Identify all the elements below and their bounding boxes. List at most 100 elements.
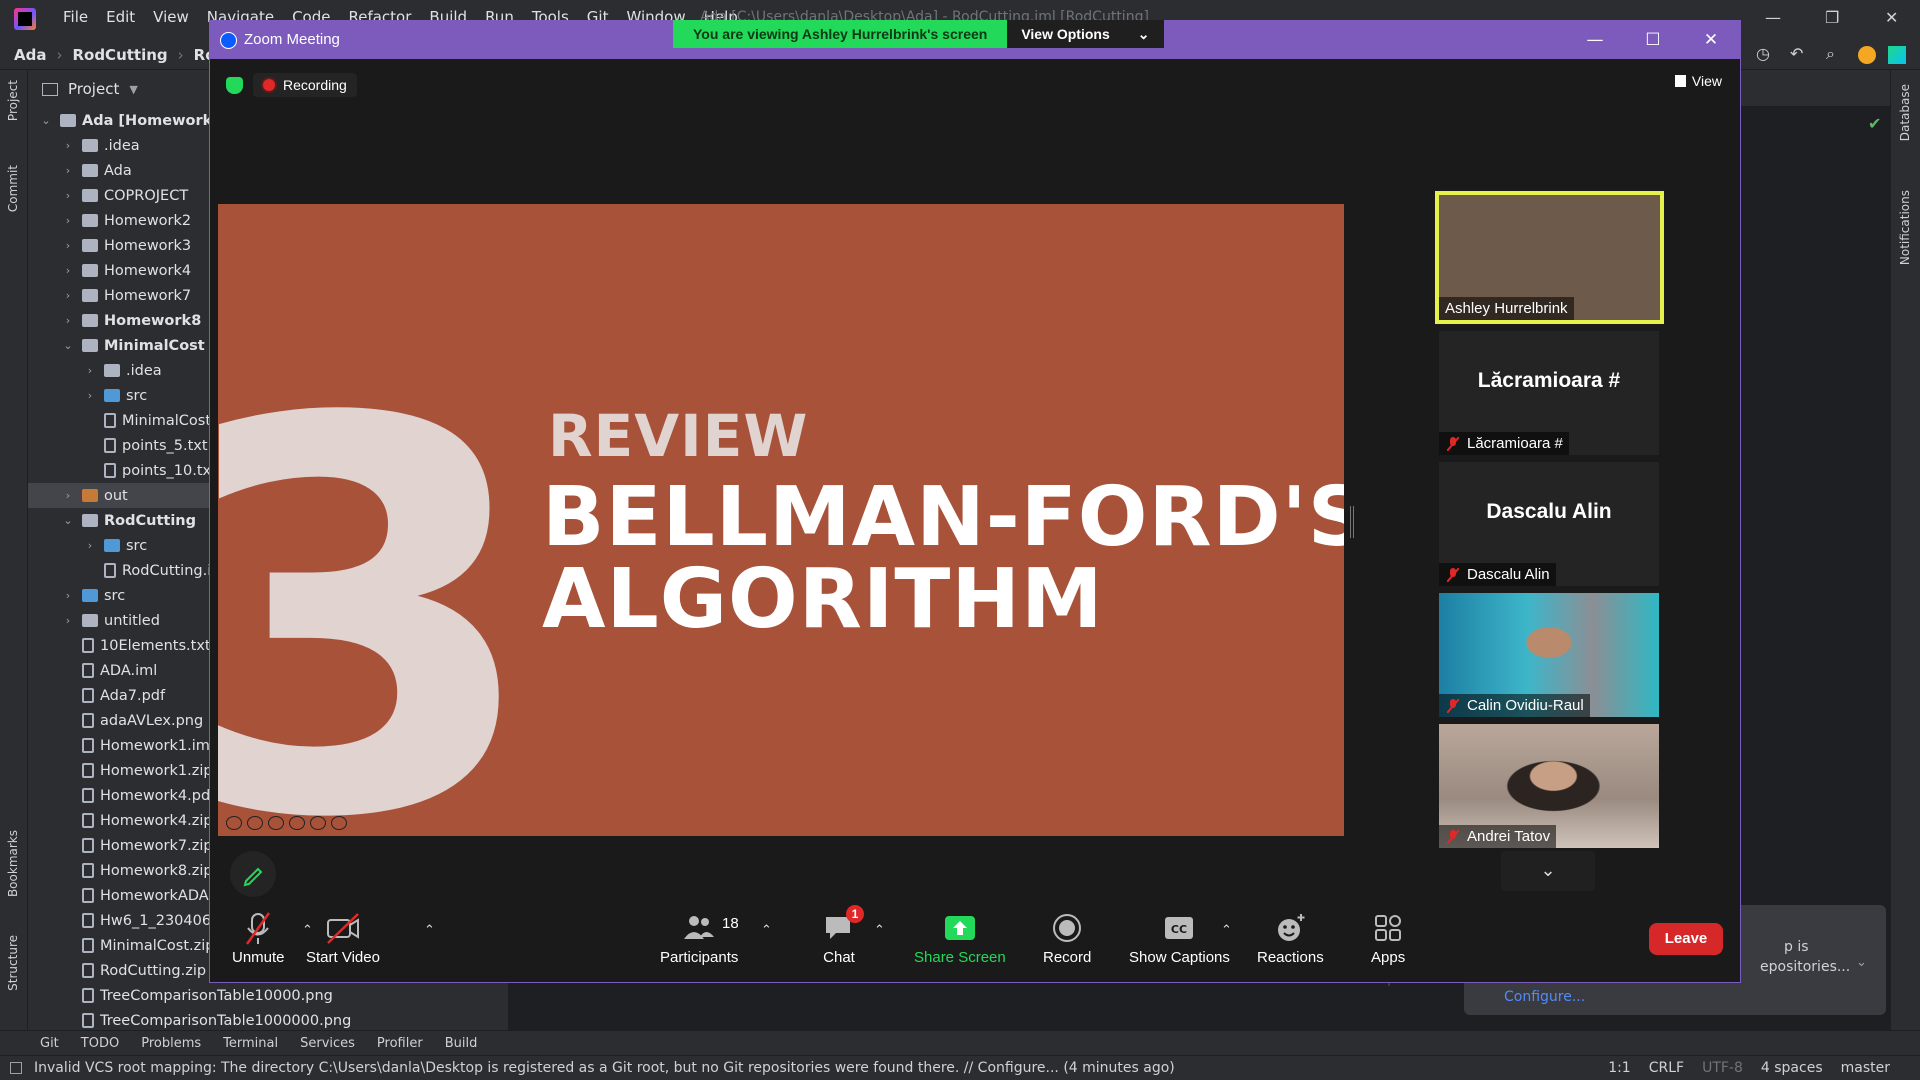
participant-tile[interactable]: Andrei Tatov <box>1439 724 1659 848</box>
chevron-right-icon[interactable]: › <box>62 489 74 502</box>
view-button[interactable]: View <box>1674 73 1722 89</box>
encryption-shield-icon[interactable] <box>226 76 243 94</box>
video-options-caret-icon[interactable]: ⌃ <box>424 923 435 938</box>
chevron-down-icon[interactable]: ⌄ <box>1856 955 1867 970</box>
status-message[interactable]: Invalid VCS root mapping: The directory … <box>34 1060 1175 1076</box>
chevron-right-icon[interactable]: › <box>84 364 96 377</box>
revert-icon[interactable]: ↶ <box>1790 44 1803 63</box>
chevron-right-icon[interactable]: › <box>62 214 74 227</box>
chevron-right-icon[interactable]: › <box>62 239 74 252</box>
chevron-right-icon[interactable]: › <box>62 264 74 277</box>
indent-setting[interactable]: 4 spaces <box>1761 1060 1823 1076</box>
video-off-icon <box>326 913 359 944</box>
captions-options-caret-icon[interactable]: ⌃ <box>1221 923 1232 938</box>
gallery-scroll-down-button[interactable]: ⌄ <box>1501 851 1595 891</box>
history-icon[interactable]: ◷ <box>1756 44 1770 63</box>
menu-item-edit[interactable]: Edit <box>97 8 144 26</box>
more-icon[interactable] <box>310 816 326 830</box>
reactions-button[interactable]: Reactions <box>1257 911 1324 966</box>
view-options-button[interactable]: View Options ⌄ <box>1007 20 1164 48</box>
tool-window-structure[interactable]: Structure <box>6 935 20 991</box>
ide-restore-icon[interactable]: ❐ <box>1825 8 1839 27</box>
chevron-down-icon[interactable]: ⌄ <box>62 514 74 527</box>
zoom-maximize-icon[interactable]: ☐ <box>1624 21 1682 59</box>
ide-close-icon[interactable]: ✕ <box>1885 8 1898 27</box>
tool-window-notifications[interactable]: Notifications <box>1898 190 1912 265</box>
file-icon <box>82 663 94 678</box>
captions-icon[interactable] <box>268 816 284 830</box>
breadcrumb-item[interactable]: RodCutting <box>72 46 167 64</box>
folder-icon <box>82 289 98 302</box>
chevron-right-icon[interactable]: › <box>62 139 74 152</box>
chevron-down-icon[interactable]: ⌄ <box>40 114 52 127</box>
chevron-right-icon[interactable]: › <box>62 589 74 602</box>
start-video-button[interactable]: Start Video <box>306 911 380 966</box>
folder-icon <box>82 264 98 277</box>
chevron-right-icon[interactable]: › <box>84 389 96 402</box>
chevron-down-icon[interactable]: ⌄ <box>62 339 74 352</box>
zoom-close-icon[interactable]: ✕ <box>1682 21 1740 59</box>
participant-tile[interactable]: Lăcramioara # Lăcramioara # <box>1439 331 1659 455</box>
breadcrumb-item[interactable]: Ada <box>14 46 46 64</box>
tool-tab-profiler[interactable]: Profiler <box>377 1036 423 1051</box>
previous-slide-icon[interactable] <box>226 816 242 830</box>
annotate-button[interactable] <box>230 851 276 897</box>
tool-tab-problems[interactable]: Problems <box>141 1036 201 1051</box>
chevron-right-icon[interactable]: › <box>62 164 74 177</box>
menu-item-view[interactable]: View <box>144 8 198 26</box>
git-branch[interactable]: master <box>1841 1060 1890 1076</box>
apps-button[interactable]: Apps <box>1371 911 1405 966</box>
participants-count: 18 <box>722 915 739 932</box>
pen-icon[interactable] <box>247 816 263 830</box>
participant-tile[interactable]: Calin Ovidiu-Raul <box>1439 593 1659 717</box>
tool-window-project[interactable]: Project <box>6 80 20 121</box>
gallery-splitter-handle[interactable] <box>1350 506 1354 538</box>
status-toggle-icon[interactable] <box>10 1062 22 1074</box>
tree-item[interactable]: TreeComparisonTable10000.png <box>28 983 508 1008</box>
chevron-right-icon[interactable]: › <box>62 289 74 302</box>
chat-options-caret-icon[interactable]: ⌃ <box>874 923 885 938</box>
chevron-right-icon[interactable]: › <box>62 314 74 327</box>
participant-tile[interactable]: Dascalu Alin Dascalu Alin <box>1439 462 1659 586</box>
record-button[interactable]: Record <box>1043 911 1091 966</box>
menu-item-file[interactable]: File <box>54 8 97 26</box>
leave-button[interactable]: Leave <box>1649 923 1723 955</box>
update-icon[interactable] <box>1858 46 1876 64</box>
camera-icon[interactable] <box>289 816 305 830</box>
tool-tab-terminal[interactable]: Terminal <box>223 1036 278 1051</box>
recording-indicator[interactable]: Recording <box>253 73 357 97</box>
next-slide-icon[interactable] <box>331 816 347 830</box>
show-captions-button[interactable]: CC Show Captions <box>1129 911 1230 966</box>
tool-tab-todo[interactable]: TODO <box>81 1036 119 1051</box>
participants-options-caret-icon[interactable]: ⌃ <box>761 923 772 938</box>
inspection-ok-icon[interactable]: ✔ <box>1868 114 1881 133</box>
chevron-right-icon[interactable]: › <box>62 189 74 202</box>
chevron-down-icon[interactable]: ▼ <box>129 83 137 96</box>
tool-tab-services[interactable]: Services <box>300 1036 355 1051</box>
file-encoding[interactable]: UTF-8 <box>1702 1060 1743 1076</box>
shared-screen-slide: 3 REVIEW BELLMAN-FORD'S ALGORITHM <box>218 204 1344 836</box>
tool-window-database[interactable]: Database <box>1898 84 1912 141</box>
tool-window-bookmarks[interactable]: Bookmarks <box>6 830 20 897</box>
chevron-down-icon: ⌄ <box>1137 26 1150 42</box>
search-icon[interactable]: ⌕ <box>1826 44 1835 64</box>
chevron-right-icon[interactable]: › <box>84 539 96 552</box>
line-separator[interactable]: CRLF <box>1649 1060 1684 1076</box>
share-screen-button[interactable]: Share Screen <box>914 911 1006 966</box>
folder-icon <box>82 339 98 352</box>
toolbox-icon[interactable] <box>1888 46 1906 64</box>
chevron-right-icon[interactable]: › <box>62 614 74 627</box>
folder-icon <box>82 139 98 152</box>
zoom-minimize-icon[interactable]: — <box>1566 21 1624 59</box>
file-icon <box>82 713 94 728</box>
ide-minimize-icon[interactable]: — <box>1765 8 1781 27</box>
chat-button[interactable]: 1 Chat <box>822 905 864 966</box>
participant-tile-speaker[interactable]: Ashley Hurrelbrink <box>1435 191 1664 324</box>
tool-window-commit[interactable]: Commit <box>6 165 20 212</box>
unmute-button[interactable]: Unmute <box>232 911 285 966</box>
configure-link[interactable]: Configure... <box>1504 989 1585 1005</box>
tool-tab-build[interactable]: Build <box>445 1036 478 1051</box>
tool-tab-git[interactable]: Git <box>40 1036 59 1051</box>
project-panel-header[interactable]: Project ▼ <box>42 80 138 98</box>
caret-position[interactable]: 1:1 <box>1608 1060 1631 1076</box>
